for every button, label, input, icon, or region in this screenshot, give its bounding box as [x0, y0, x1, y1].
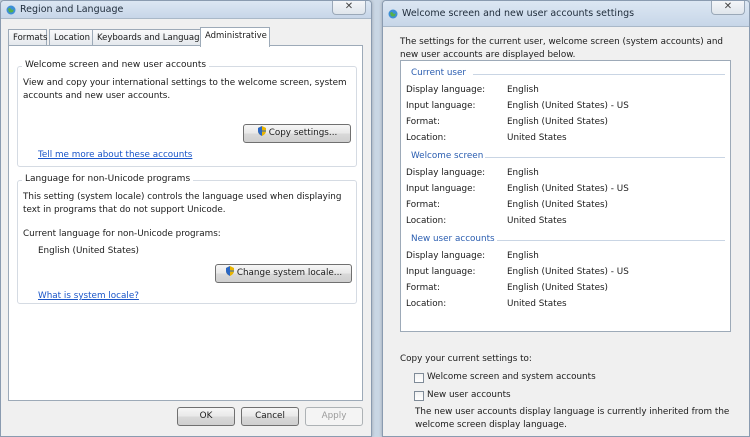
tab-location[interactable]: Location — [49, 29, 96, 46]
kv-key: Input language: — [406, 184, 476, 194]
kv-key: Display language: — [406, 251, 486, 261]
current-language-value: English (United States) — [38, 246, 139, 256]
close-button[interactable]: ✕ — [332, 1, 366, 15]
globe-icon — [6, 5, 16, 15]
copy-settings-label: Copy settings... — [268, 128, 338, 138]
group-title: Language for non-Unicode programs — [22, 174, 194, 184]
section-title-welcome-screen: Welcome screen — [411, 151, 484, 161]
kv-value: English — [507, 168, 539, 178]
close-button[interactable]: ✕ — [711, 1, 745, 15]
checkbox-label[interactable]: New user accounts — [427, 389, 511, 402]
kv-key: Display language: — [406, 168, 486, 178]
kv-key: Location: — [406, 133, 447, 143]
current-language-label: Current language for non-Unicode program… — [23, 229, 221, 239]
tab-formats[interactable]: Formats — [8, 29, 47, 46]
change-system-locale-button[interactable]: Change system locale... — [215, 264, 352, 283]
section-title-current-user: Current user — [411, 68, 467, 78]
kv-key: Input language: — [406, 101, 476, 111]
copy-settings-to-label: Copy your current settings to: — [400, 354, 532, 364]
inheritance-note: The new user accounts display language i… — [415, 407, 730, 430]
unicode-description: This setting (system locale) controls th… — [23, 192, 342, 215]
title-bar[interactable]: Welcome screen and new user accounts set… — [383, 1, 749, 27]
kv-key: Format: — [406, 117, 440, 127]
welcome-screen-settings-window: Welcome screen and new user accounts set… — [382, 0, 750, 437]
kv-key: Format: — [406, 283, 440, 293]
group-title: Welcome screen and new user accounts — [22, 60, 210, 70]
apply-button[interactable]: Apply — [305, 407, 363, 426]
kv-key: Location: — [406, 216, 447, 226]
checkbox-label[interactable]: Welcome screen and system accounts — [427, 371, 596, 384]
kv-value: English (United States) — [507, 283, 608, 293]
kv-key: Display language: — [406, 85, 486, 95]
kv-value: English (United States) — [507, 200, 608, 210]
new-user-accounts-checkbox[interactable] — [414, 391, 424, 401]
welcome-description: View and copy your international setting… — [23, 78, 347, 101]
section-divider — [497, 240, 725, 241]
uac-shield-icon — [257, 126, 266, 136]
globe-icon — [388, 9, 398, 19]
intro-text: The settings for the current user, welco… — [400, 37, 723, 60]
window-title: Welcome screen and new user accounts set… — [402, 8, 635, 19]
tell-me-more-link[interactable]: Tell me more about these accounts — [38, 150, 192, 160]
settings-summary-box: Current user Display language: English I… — [400, 60, 731, 332]
section-divider — [473, 74, 725, 75]
region-language-window: Region and Language ✕ Formats Location K… — [0, 0, 372, 437]
title-bar[interactable]: Region and Language ✕ — [1, 1, 371, 19]
kv-value: English (United States) — [507, 117, 608, 127]
kv-value: United States — [507, 216, 567, 226]
kv-key: Format: — [406, 200, 440, 210]
cancel-button[interactable]: Cancel — [241, 407, 299, 426]
ok-button[interactable]: OK — [177, 407, 235, 426]
kv-value: English (United States) - US — [507, 184, 629, 194]
what-is-system-locale-link[interactable]: What is system locale? — [38, 291, 139, 301]
kv-value: English (United States) - US — [507, 267, 629, 277]
uac-shield-icon — [225, 266, 234, 276]
kv-value: United States — [507, 299, 567, 309]
kv-value: English — [507, 85, 539, 95]
non-unicode-group: Language for non-Unicode programs This s… — [17, 174, 357, 304]
administrative-panel: Welcome screen and new user accounts Vie… — [8, 45, 363, 401]
copy-settings-button[interactable]: Copy settings... — [243, 124, 351, 143]
window-title: Region and Language — [20, 4, 124, 15]
section-divider — [485, 157, 725, 158]
kv-key: Location: — [406, 299, 447, 309]
tab-keyboards-and-languages[interactable]: Keyboards and Languages — [92, 29, 209, 46]
section-title-new-user-accounts: New user accounts — [411, 234, 495, 244]
kv-value: United States — [507, 133, 567, 143]
kv-value: English — [507, 251, 539, 261]
kv-key: Input language: — [406, 267, 476, 277]
kv-value: English (United States) - US — [507, 101, 629, 111]
tab-administrative[interactable]: Administrative — [200, 27, 270, 47]
welcome-screen-group: Welcome screen and new user accounts Vie… — [17, 60, 357, 167]
change-system-locale-label: Change system locale... — [236, 268, 343, 278]
welcome-screen-checkbox[interactable] — [414, 373, 424, 383]
